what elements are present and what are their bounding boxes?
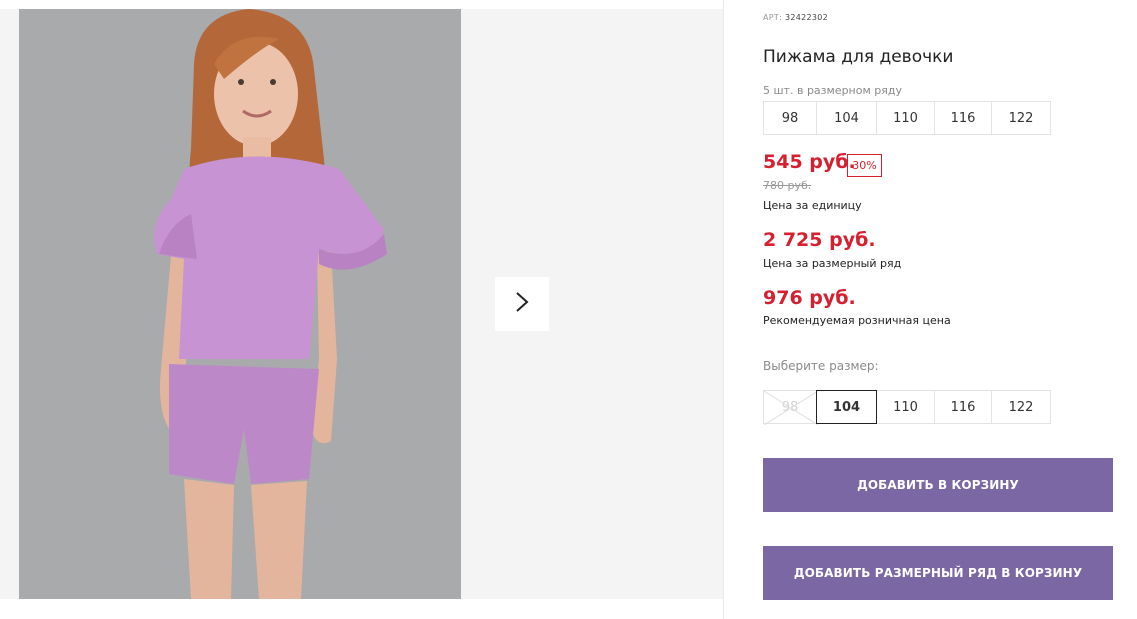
product-gallery — [0, 0, 723, 619]
size-option-116[interactable]: 116 — [934, 390, 992, 424]
pack-size-item: 122 — [991, 101, 1051, 135]
add-pack-to-cart-button[interactable]: Добавить размерный ряд в корзину — [763, 546, 1113, 600]
product-photo[interactable] — [19, 9, 461, 599]
size-picker: 98 104 110 116 122 — [763, 390, 1051, 425]
product-photo-illustration — [19, 9, 461, 599]
pack-price: 2 725 руб. — [763, 229, 876, 251]
size-option-98: 98 — [763, 390, 818, 425]
discount-badge: 30% — [847, 154, 882, 177]
size-option-104[interactable]: 104 — [816, 390, 877, 424]
pack-size-item: 110 — [876, 101, 935, 135]
chevron-right-icon — [515, 291, 529, 317]
unit-price: 545 руб. — [763, 151, 856, 173]
product-title: Пижама для девочки — [763, 47, 954, 67]
pack-note: 5 шт. в размерном ряду — [763, 84, 902, 97]
unavailable-cross-icon — [764, 391, 818, 425]
pack-price-label: Цена за размерный ряд — [763, 257, 902, 270]
panel-divider — [723, 0, 724, 619]
unit-price-label: Цена за единицу — [763, 199, 862, 212]
retail-price: 976 руб. — [763, 287, 856, 309]
article-label: АРТ: — [763, 13, 783, 22]
pack-size-row: 98 104 110 116 122 — [763, 101, 1051, 135]
pack-size-item: 98 — [763, 101, 817, 135]
size-picker-label: Выберите размер: — [763, 359, 879, 373]
add-to-cart-button[interactable]: Добавить в корзину — [763, 458, 1113, 512]
pack-size-item: 104 — [816, 101, 877, 135]
gallery-next-button[interactable] — [495, 277, 549, 331]
size-option-110[interactable]: 110 — [876, 390, 935, 424]
article-number: АРТ: 32422302 — [763, 13, 828, 22]
retail-price-label: Рекомендуемая розничная цена — [763, 314, 951, 327]
article-value: 32422302 — [784, 13, 829, 22]
size-option-122[interactable]: 122 — [991, 390, 1051, 424]
pack-size-item: 116 — [934, 101, 992, 135]
old-price: 780 руб. — [763, 179, 812, 192]
